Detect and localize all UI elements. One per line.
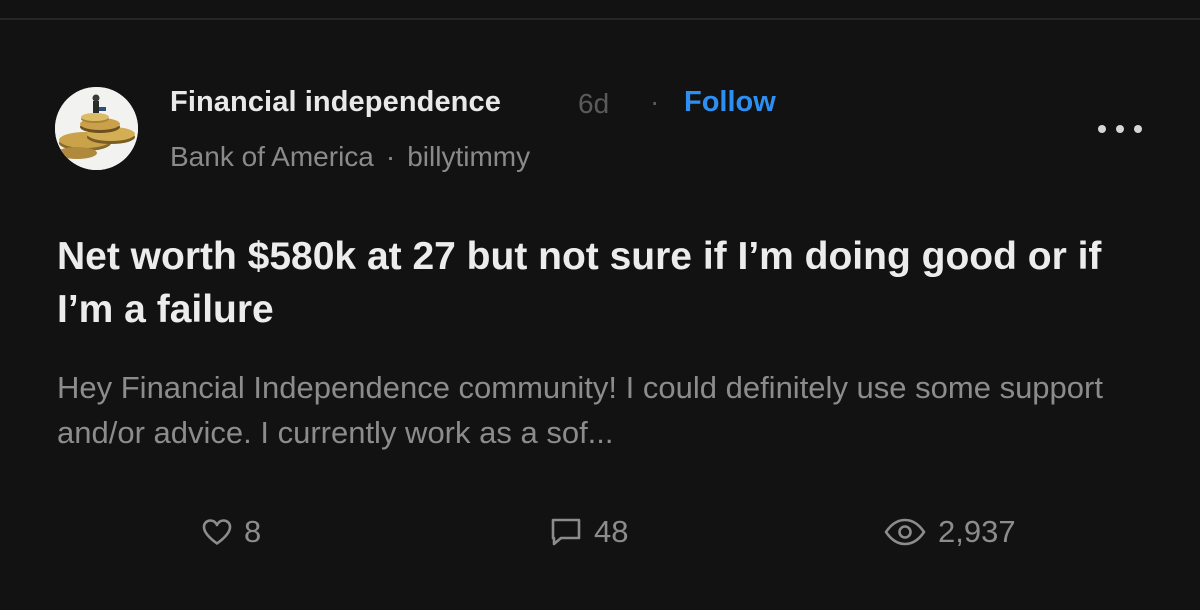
comment-button[interactable]: 48 [550,510,628,554]
post-actions: 8 48 2,937 [0,510,1200,560]
post-time: 6d [578,88,610,119]
post-excerpt[interactable]: Hey Financial Independence community! I … [57,365,1167,455]
more-dot-icon [1134,125,1142,133]
like-button[interactable]: 8 [202,510,261,554]
author-separator: · [385,141,396,172]
heart-icon [202,519,232,545]
more-options-button[interactable] [1098,116,1144,140]
eye-icon [884,518,926,546]
header-separator: · [650,86,660,117]
author-line: Bank of America · billytimmy [170,141,530,173]
follow-button[interactable]: Follow [684,86,776,119]
coins-avatar-image [55,87,138,170]
more-horizontal-icon [1098,125,1106,133]
view-count: 2,937 [938,514,1016,549]
top-divider [0,0,1200,20]
community-avatar[interactable] [55,87,138,170]
post-card[interactable]: Financial independence 6d · Follow Bank … [0,20,1200,610]
community-name[interactable]: Financial independence [170,86,501,119]
comment-count: 48 [594,514,629,549]
author-username[interactable]: billytimmy [407,141,530,172]
views-indicator[interactable]: 2,937 [884,510,1016,554]
more-dot-icon [1116,125,1124,133]
company-name[interactable]: Bank of America [170,141,374,172]
comment-bubble-icon [551,518,581,546]
like-count: 8 [244,514,262,549]
post-title[interactable]: Net worth $580k at 27 but not sure if I’… [57,230,1157,336]
